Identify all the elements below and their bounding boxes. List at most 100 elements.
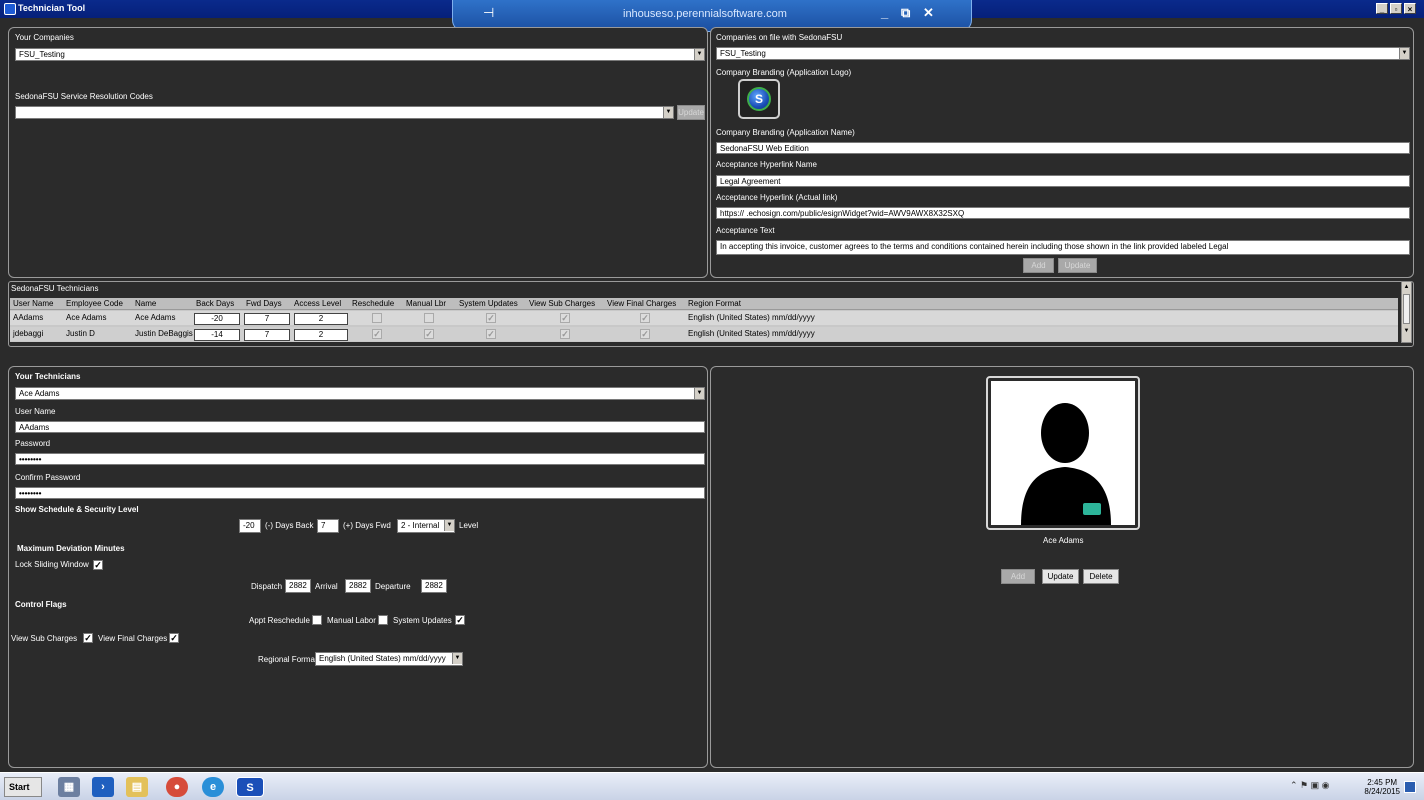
start-label: Start (9, 782, 30, 792)
cell-employee-code: Justin D (66, 329, 95, 338)
confirm-password-field[interactable]: •••••••• (15, 487, 705, 499)
server-manager-icon[interactable]: ▦ (58, 777, 80, 797)
cell-back-days[interactable]: -14 (194, 329, 240, 341)
resolution-update-button[interactable]: Update (677, 105, 705, 120)
branding-panel: Companies on file with SedonaFSU FSU_Tes… (710, 27, 1414, 278)
pin-icon[interactable]: ⊣ (483, 5, 494, 21)
arrival-field[interactable]: 2882 (345, 579, 371, 593)
security-level-select[interactable]: 2 - Internal ▼ (397, 519, 455, 533)
col-header-access-level[interactable]: Access Level (294, 298, 341, 310)
technicians-grid: User Name Employee Code Name Back Days F… (10, 298, 1398, 342)
appt-reschedule-label: Appt Reschedule (249, 616, 310, 625)
appt-reschedule-checkbox[interactable] (312, 615, 322, 625)
companies-label: Your Companies (15, 33, 74, 42)
powershell-icon[interactable]: › (92, 777, 114, 797)
view-sub-charges-checkbox[interactable]: ✓ (83, 633, 93, 643)
profile-add-button[interactable]: Add (1001, 569, 1035, 584)
profile-delete-button[interactable]: Delete (1083, 569, 1119, 584)
col-header-system-updates[interactable]: System Updates (459, 298, 518, 310)
regional-format-select[interactable]: English (United States) mm/dd/yyyy ▼ (315, 652, 463, 666)
col-header-name[interactable]: Name (135, 298, 156, 310)
cell-manual-lbr-checkbox[interactable] (424, 313, 434, 323)
departure-field[interactable]: 2882 (421, 579, 447, 593)
file-explorer-icon[interactable]: ▤ (126, 777, 148, 797)
scroll-down-icon[interactable]: ▼ (1402, 326, 1411, 336)
days-fwd-label: (+) Days Fwd (343, 521, 391, 530)
cell-fwd-days[interactable]: 7 (244, 313, 290, 325)
lock-sliding-window-label: Lock Sliding Window (15, 560, 89, 569)
col-header-username[interactable]: User Name (13, 298, 53, 310)
technician-select[interactable]: Ace Adams ▼ (15, 387, 705, 400)
system-clock[interactable]: 2:45 PM 8/24/2015 (1364, 778, 1400, 796)
col-header-fwd-days[interactable]: Fwd Days (246, 298, 282, 310)
cell-region-format: English (United States) mm/dd/yyyy (688, 313, 815, 322)
password-field[interactable]: •••••••• (15, 453, 705, 465)
cell-system-updates-checkbox[interactable]: ✓ (486, 313, 496, 323)
minimize-button[interactable]: _ (1376, 3, 1388, 14)
close-button[interactable]: × (1404, 3, 1416, 14)
control-flags-label: Control Flags (15, 600, 67, 609)
remote-minimize-icon[interactable]: _ (881, 5, 888, 20)
col-header-back-days[interactable]: Back Days (196, 298, 234, 310)
branding-add-button[interactable]: Add (1023, 258, 1054, 273)
remote-host: inhouseso.perennialsoftware.com (623, 8, 787, 20)
col-header-reschedule[interactable]: Reschedule (352, 298, 394, 310)
col-header-manual-lbr[interactable]: Manual Lbr (406, 298, 446, 310)
grid-scrollbar[interactable]: ▲ ▼ (1401, 281, 1412, 343)
cell-access-level[interactable]: 2 (294, 313, 348, 325)
application-logo[interactable]: S (738, 79, 780, 119)
acceptance-text-field[interactable]: In accepting this invoice, customer agre… (716, 240, 1410, 255)
col-header-view-sub-charges[interactable]: View Sub Charges (529, 298, 595, 310)
company-select[interactable]: FSU_Testing ▼ (15, 48, 705, 61)
regional-format-label: Regional Format (258, 655, 318, 664)
col-header-view-final-charges[interactable]: View Final Charges (607, 298, 676, 310)
cell-final-charges-checkbox[interactable]: ✓ (640, 329, 650, 339)
branding-update-button[interactable]: Update (1058, 258, 1097, 273)
dispatch-field[interactable]: 2882 (285, 579, 311, 593)
col-header-region-format[interactable]: Region Format (688, 298, 741, 310)
cell-sub-charges-checkbox[interactable]: ✓ (560, 313, 570, 323)
taskbar: Start ▦ › ▤ ● e S ⌃ ⚑ ▣ ◉ 2:45 PM 8/24/2… (0, 772, 1424, 800)
hyperlink-name-field[interactable]: Legal Agreement (716, 175, 1410, 187)
col-header-employee-code[interactable]: Employee Code (66, 298, 123, 310)
scroll-up-icon[interactable]: ▲ (1402, 282, 1411, 292)
person-silhouette-icon (1021, 403, 1111, 525)
view-final-charges-checkbox[interactable]: ✓ (169, 633, 179, 643)
lock-sliding-window-checkbox[interactable]: ✓ (93, 560, 103, 570)
sedona-app-icon[interactable]: S (236, 777, 264, 797)
chevron-down-icon: ▼ (663, 107, 673, 118)
resolution-codes-select[interactable]: ▼ (15, 106, 674, 119)
technician-photo-frame[interactable] (986, 376, 1140, 530)
cell-manual-lbr-checkbox[interactable]: ✓ (424, 329, 434, 339)
cell-fwd-days[interactable]: 7 (244, 329, 290, 341)
username-field[interactable]: AAdams (15, 421, 705, 433)
internet-explorer-icon[interactable]: e (202, 777, 224, 797)
maximize-button[interactable]: ▫ (1390, 3, 1402, 14)
chrome-icon[interactable]: ● (166, 777, 188, 797)
manual-labor-checkbox[interactable] (378, 615, 388, 625)
view-sub-charges-label: View Sub Charges (11, 634, 78, 643)
show-desktop-button[interactable] (1404, 781, 1416, 793)
remote-close-icon[interactable]: ✕ (923, 5, 934, 21)
cell-reschedule-checkbox[interactable]: ✓ (372, 329, 382, 339)
cell-sub-charges-checkbox[interactable]: ✓ (560, 329, 570, 339)
system-updates-checkbox[interactable]: ✓ (455, 615, 465, 625)
profile-update-button[interactable]: Update (1042, 569, 1079, 584)
cell-reschedule-checkbox[interactable] (372, 313, 382, 323)
appname-field[interactable]: SedonaFSU Web Edition (716, 142, 1410, 154)
cell-region-format: English (United States) mm/dd/yyyy (688, 329, 815, 338)
notification-area-icons[interactable]: ⌃ ⚑ ▣ ◉ (1290, 780, 1329, 791)
scroll-thumb[interactable] (1403, 294, 1410, 324)
cell-back-days[interactable]: -20 (194, 313, 240, 325)
technician-name-caption: Ace Adams (1043, 536, 1084, 545)
days-fwd-field[interactable]: 7 (317, 519, 339, 533)
cell-employee-code: Ace Adams (66, 313, 107, 322)
start-button[interactable]: Start (4, 777, 42, 797)
remote-restore-icon[interactable]: ⧉ (901, 5, 910, 21)
cell-access-level[interactable]: 2 (294, 329, 348, 341)
cell-final-charges-checkbox[interactable]: ✓ (640, 313, 650, 323)
hyperlink-link-field[interactable]: https:// .echosign.com/public/esignWidge… (716, 207, 1410, 219)
sedona-company-select[interactable]: FSU_Testing ▼ (716, 47, 1410, 60)
cell-system-updates-checkbox[interactable]: ✓ (486, 329, 496, 339)
days-back-field[interactable]: -20 (239, 519, 261, 533)
